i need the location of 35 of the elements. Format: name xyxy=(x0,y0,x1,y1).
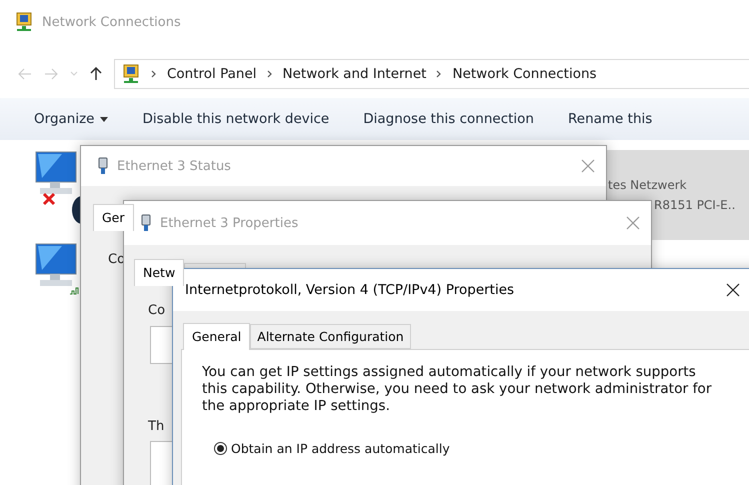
breadcrumb[interactable]: Network Connections xyxy=(452,66,597,82)
toolbar-button[interactable]: Organize xyxy=(34,111,108,127)
up-arrow-icon[interactable] xyxy=(90,67,102,81)
network-icon xyxy=(121,64,141,84)
dialog-title: Internetprotokoll, Version 4 (TCP/IPv4) Properties xyxy=(185,282,514,298)
tab[interactable]: Alternate Configuration xyxy=(250,324,411,349)
window-title: Network Connections xyxy=(42,14,181,30)
breadcrumb[interactable]: Control Panel xyxy=(167,66,257,82)
section-label: Co xyxy=(148,303,166,318)
connection-detail: R8151 PCI-E.. xyxy=(654,197,736,214)
connection-detail: tes Netzwerk xyxy=(608,177,687,194)
chevron-icon xyxy=(266,70,273,78)
chevron-icon xyxy=(151,70,157,78)
close-icon xyxy=(625,215,641,231)
toolbar-button[interactable]: Diagnose this connection xyxy=(363,111,534,127)
tab[interactable]: Netw xyxy=(134,259,184,286)
chevron-icon xyxy=(436,70,442,78)
radio-button[interactable] xyxy=(214,442,227,455)
section-label: Th xyxy=(148,419,164,434)
close-button[interactable] xyxy=(725,282,741,298)
tab[interactable]: Ger xyxy=(93,204,134,231)
description-text: You can get IP settings assigned automatically if your network supports this capability. Otherwise, you need to ask your network administrator for the appropriate IP settings. xyxy=(202,364,713,415)
plug-icon xyxy=(140,214,152,232)
breadcrumb[interactable]: Network and Internet xyxy=(282,66,426,82)
address-bar[interactable]: Control Panel Network and Internet Network Connections xyxy=(114,59,749,89)
network-icon xyxy=(14,12,34,32)
radio-option[interactable]: Obtain an IP address automatically xyxy=(214,441,749,456)
toolbar-button[interactable]: Disable this network device xyxy=(142,111,330,127)
dialog-title: Ethernet 3 Status xyxy=(117,158,231,174)
tab[interactable]: General xyxy=(183,323,250,350)
plug-icon xyxy=(97,157,109,175)
dialog-title: Ethernet 3 Properties xyxy=(160,216,298,230)
toolbar-button[interactable]: Rename this xyxy=(568,111,652,127)
close-icon xyxy=(725,282,741,298)
close-icon xyxy=(580,158,596,174)
